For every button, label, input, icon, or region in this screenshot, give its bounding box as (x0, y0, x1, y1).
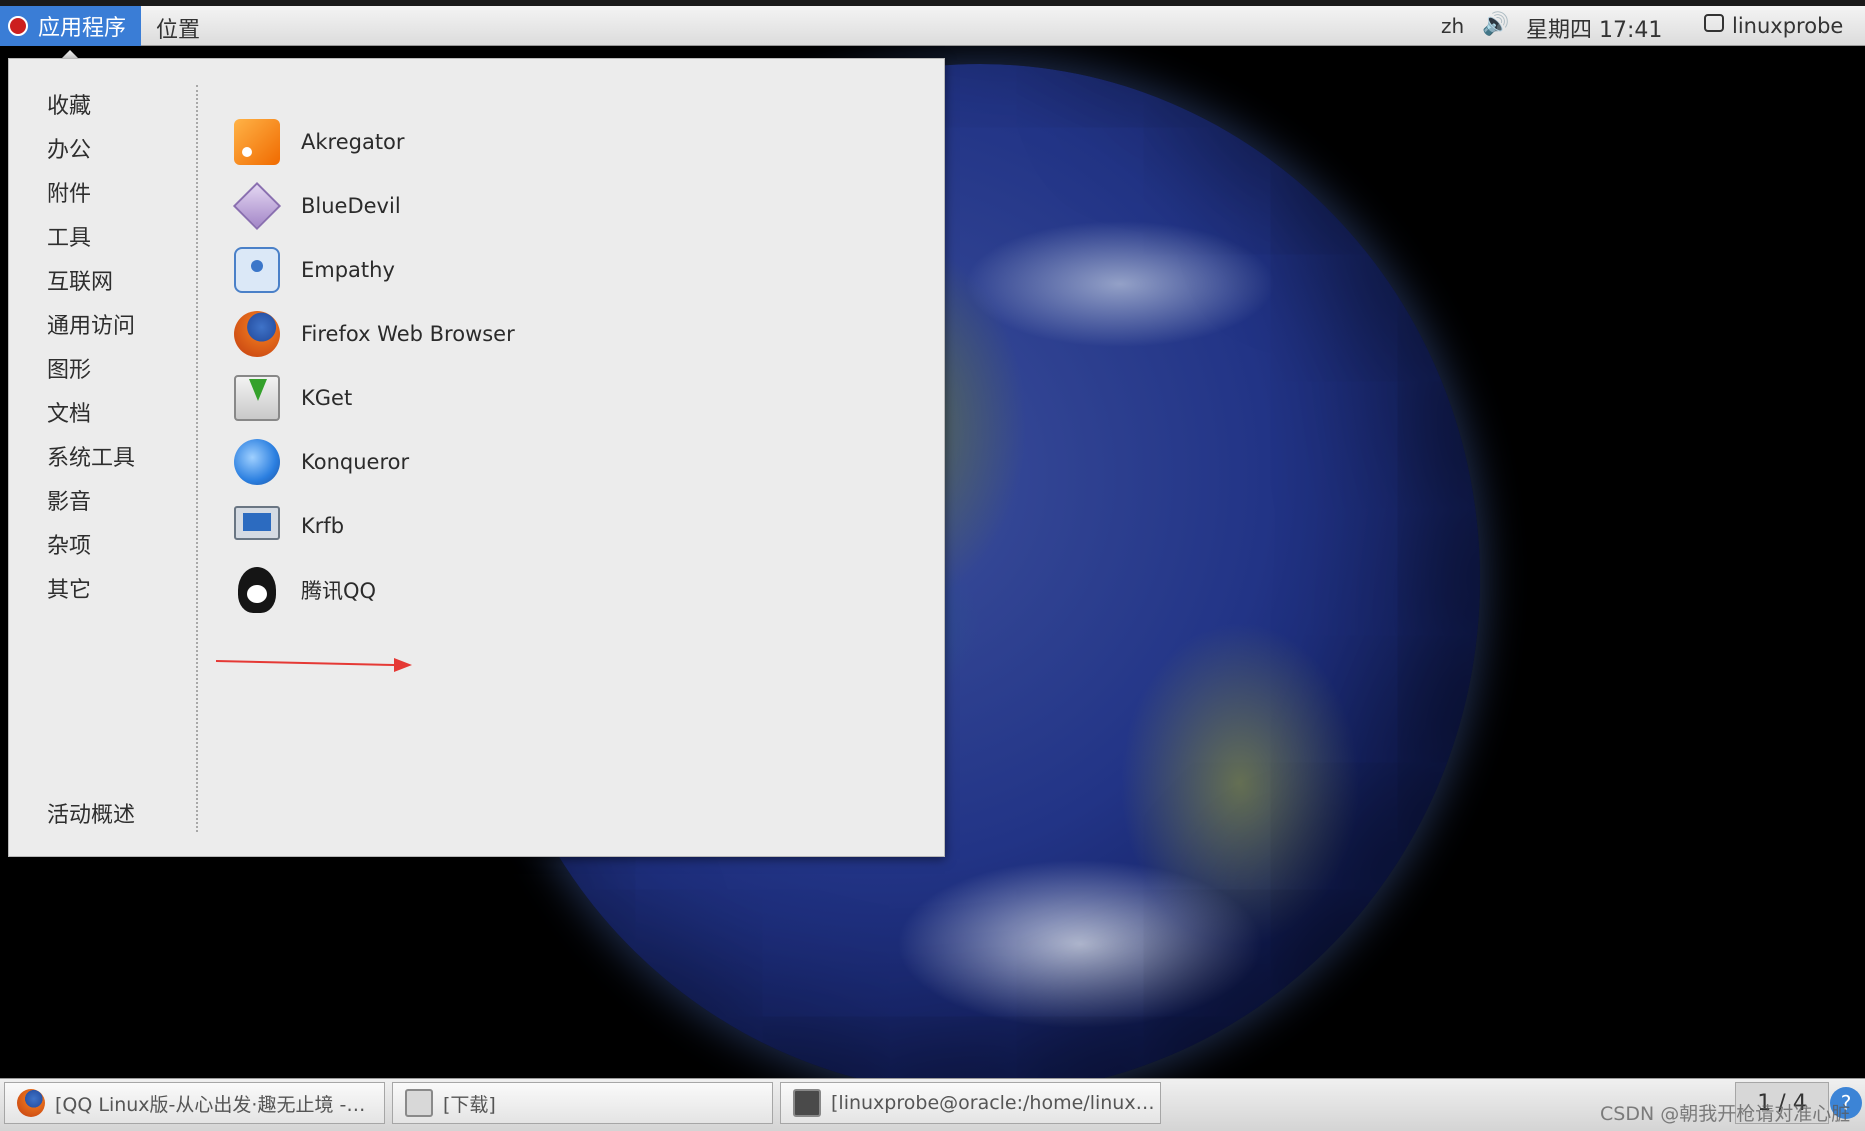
category-accessories[interactable]: 附件 (47, 176, 91, 208)
category-tools[interactable]: 工具 (47, 220, 91, 252)
clock[interactable]: 星期四 17:41 (1526, 12, 1662, 44)
applications-menu-button[interactable]: 应用程序 (0, 6, 141, 46)
bluetooth-diamond-icon (232, 181, 282, 231)
firefox-icon (17, 1089, 45, 1117)
category-other[interactable]: 其它 (47, 572, 91, 604)
places-menu-button[interactable]: 位置 (156, 12, 200, 44)
taskbar-window-label: [下载] (443, 1093, 496, 1116)
input-language-indicator[interactable]: zh (1441, 14, 1464, 38)
app-label: Empathy (301, 258, 395, 282)
taskbar-window-downloads[interactable]: [下载] (392, 1082, 773, 1124)
app-label: 腾讯QQ (301, 579, 377, 603)
applications-menu-panel: 收藏 办公 附件 工具 互联网 通用访问 图形 文档 系统工具 影音 杂项 其它… (8, 58, 945, 857)
qq-penguin-icon (238, 567, 276, 613)
app-krfb[interactable]: Krfb (234, 498, 344, 554)
redhat-logo-icon (8, 16, 28, 36)
app-firefox[interactable]: Firefox Web Browser (234, 306, 515, 362)
category-sundry[interactable]: 杂项 (47, 528, 91, 560)
taskbar-window-firefox[interactable]: [QQ Linux版-从心出发·趣无止境 -… (4, 1082, 385, 1124)
category-sound-video[interactable]: 影音 (47, 484, 91, 516)
download-manager-icon (234, 375, 280, 421)
terminal-icon (793, 1089, 821, 1117)
taskbar-window-label: [QQ Linux版-从心出发·趣无止境 -… (55, 1093, 366, 1116)
app-label: Konqueror (301, 450, 410, 474)
app-konqueror[interactable]: Konqueror (234, 434, 409, 490)
app-bluedevil[interactable]: BlueDevil (232, 178, 401, 234)
category-internet[interactable]: 互联网 (47, 264, 113, 296)
category-favorites[interactable]: 收藏 (47, 88, 91, 120)
app-label: BlueDevil (301, 194, 401, 218)
taskbar-window-terminal[interactable]: [linuxprobe@oracle:/home/linux… (780, 1082, 1161, 1124)
menu-divider (196, 85, 198, 832)
applications-menu-label: 应用程序 (38, 16, 127, 41)
category-office[interactable]: 办公 (47, 132, 91, 164)
desktop-sharing-icon (234, 506, 280, 540)
user-status-icon[interactable] (1704, 14, 1724, 32)
app-label: Akregator (301, 130, 405, 154)
user-menu[interactable]: linuxprobe (1732, 14, 1843, 38)
rss-reader-icon (234, 119, 280, 165)
category-documents[interactable]: 文档 (47, 396, 91, 428)
annotation-arrow (215, 658, 412, 672)
taskbar-window-label: [linuxprobe@oracle:/home/linux… (831, 1092, 1155, 1114)
category-system-tools[interactable]: 系统工具 (47, 440, 135, 472)
konqueror-globe-icon (234, 439, 280, 485)
bottom-taskbar: [QQ Linux版-从心出发·趣无止境 -… [下载] [linuxprobe… (0, 1078, 1865, 1131)
category-graphics[interactable]: 图形 (47, 352, 91, 384)
activities-overview-link[interactable]: 活动概述 (47, 797, 135, 829)
app-kget[interactable]: KGet (234, 370, 352, 426)
folder-icon (405, 1089, 433, 1117)
firefox-icon (234, 311, 280, 357)
volume-icon[interactable]: 🔊 (1482, 12, 1509, 37)
app-label: KGet (301, 386, 353, 410)
watermark-text: CSDN @朝我开枪请对准心脏 (1600, 1103, 1851, 1125)
app-tencent-qq[interactable]: 腾讯QQ (234, 562, 376, 618)
top-bar: 应用程序 位置 zh 🔊 星期四 17:41 linuxprobe (0, 0, 1865, 46)
app-akregator[interactable]: Akregator (234, 114, 405, 170)
category-universal-access[interactable]: 通用访问 (47, 308, 135, 340)
app-label: Krfb (301, 514, 345, 538)
app-empathy[interactable]: Empathy (234, 242, 395, 298)
app-label: Firefox Web Browser (301, 322, 515, 346)
chat-bubble-icon (234, 247, 280, 293)
